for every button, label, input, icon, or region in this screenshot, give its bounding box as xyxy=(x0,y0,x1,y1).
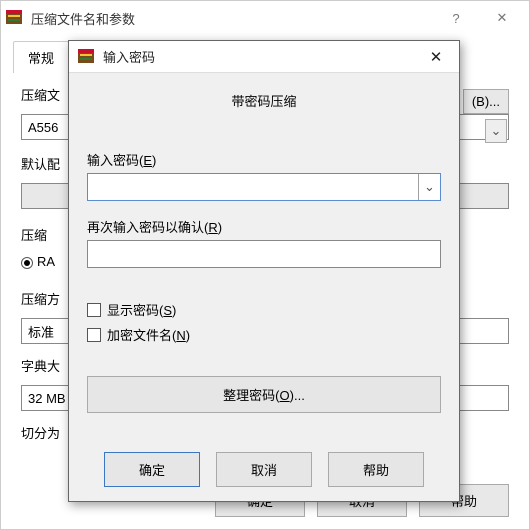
enter-password-label: 输入密码(E) xyxy=(87,150,441,169)
modal-cancel-button[interactable]: 取消 xyxy=(216,452,312,487)
password-input-combo[interactable]: ⌄ xyxy=(87,173,441,201)
modal-heading: 带密码压缩 xyxy=(87,91,441,110)
modal-close-icon[interactable]: ✕ xyxy=(421,48,451,66)
main-title: 压缩文件名和参数 xyxy=(31,9,433,28)
radio-rar-label: RA xyxy=(37,254,55,269)
archive-name-dropdown-icon[interactable]: ⌄ xyxy=(485,119,507,143)
organize-passwords-button[interactable]: 整理密码(O)... xyxy=(87,376,441,413)
password-dialog: 输入密码 ✕ 带密码压缩 输入密码(E) ⌄ 再次输入密码以确认(R) 显示密码… xyxy=(68,40,460,502)
modal-ok-button[interactable]: 确定 xyxy=(104,452,200,487)
help-button[interactable]: ? xyxy=(433,3,479,33)
encrypt-filenames-row[interactable]: 加密文件名(N) xyxy=(87,325,441,344)
main-titlebar: 压缩文件名和参数 ? ✕ xyxy=(1,1,529,35)
radio-rar[interactable] xyxy=(21,257,33,269)
modal-app-icon xyxy=(77,48,95,66)
chevron-down-icon[interactable]: ⌄ xyxy=(418,174,440,200)
show-password-label: 显示密码(S) xyxy=(107,300,176,319)
modal-footer: 确定 取消 帮助 xyxy=(69,452,459,487)
confirm-password-input[interactable] xyxy=(87,240,441,268)
app-icon xyxy=(5,9,23,27)
show-password-row[interactable]: 显示密码(S) xyxy=(87,300,441,319)
show-password-checkbox[interactable] xyxy=(87,303,101,317)
confirm-password-label: 再次输入密码以确认(R) xyxy=(87,217,441,236)
password-input[interactable] xyxy=(88,174,418,200)
encrypt-filenames-label: 加密文件名(N) xyxy=(107,325,190,344)
modal-help-button[interactable]: 帮助 xyxy=(328,452,424,487)
tab-general[interactable]: 常规 xyxy=(13,41,69,73)
browse-button[interactable]: (B)... xyxy=(463,89,509,114)
encrypt-filenames-checkbox[interactable] xyxy=(87,328,101,342)
modal-titlebar: 输入密码 ✕ xyxy=(69,41,459,73)
modal-title: 输入密码 xyxy=(103,47,421,66)
close-button[interactable]: ✕ xyxy=(479,3,525,33)
